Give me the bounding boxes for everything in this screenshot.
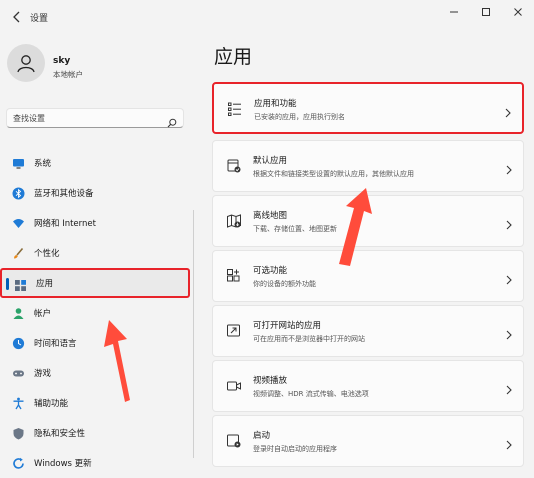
chevron-right-icon <box>505 271 513 285</box>
user-name: sky <box>53 56 71 66</box>
brush-icon <box>12 247 25 260</box>
monitor-icon <box>12 157 25 170</box>
card-apps-for-websites[interactable]: 可打开网站的应用 可在应用而不是浏览器中打开的网站 <box>212 305 524 357</box>
card-offline-maps[interactable]: 离线地图 下载、存储位置、地图更新 <box>212 195 524 247</box>
sidebar-item-label: 网络和 Internet <box>34 219 96 229</box>
card-desc: 视频调整、HDR 流式传输、电池选项 <box>253 390 369 398</box>
page-title: 应用 <box>214 46 253 68</box>
card-desc: 你的设备的额外功能 <box>253 280 316 288</box>
sidebar-item-label: 蓝牙和其他设备 <box>34 189 94 199</box>
sidebar-item-personalization[interactable]: 个性化 <box>0 238 190 268</box>
sidebar-item-label: 系统 <box>34 159 52 169</box>
sidebar-nav: 系统 蓝牙和其他设备 网络和 Internet 个性化 应用 帐户 时间和语言 <box>0 148 190 478</box>
globe-clock-icon <box>12 337 25 350</box>
close-button[interactable] <box>502 0 534 24</box>
shield-icon <box>12 427 25 440</box>
startup-icon <box>226 433 242 449</box>
sidebar-item-windows-update[interactable]: Windows 更新 <box>0 448 190 478</box>
card-apps-features[interactable]: 应用和功能 已安装的应用，应用执行别名 <box>212 82 524 134</box>
apps-list-icon <box>227 101 243 117</box>
card-optional-features[interactable]: 可选功能 你的设备的额外功能 <box>212 250 524 302</box>
minimize-button[interactable] <box>438 0 470 24</box>
card-default-apps[interactable]: 默认应用 根据文件和链接类型设置的默认应用，其他默认应用 <box>212 140 524 192</box>
chevron-right-icon <box>504 104 512 118</box>
maximize-button[interactable] <box>470 0 502 24</box>
sidebar-item-apps[interactable]: 应用 <box>0 268 190 298</box>
sidebar-item-time-language[interactable]: 时间和语言 <box>0 328 190 358</box>
default-apps-icon <box>226 158 242 174</box>
maximize-icon <box>482 8 490 16</box>
card-title: 离线地图 <box>253 211 288 221</box>
app-title: 设置 <box>30 14 49 24</box>
back-arrow-icon[interactable] <box>10 9 24 23</box>
sidebar-item-gaming[interactable]: 游戏 <box>0 358 190 388</box>
chevron-right-icon <box>505 436 513 450</box>
chevron-right-icon <box>505 161 513 175</box>
chevron-right-icon <box>505 216 513 230</box>
card-title: 可选功能 <box>253 266 288 276</box>
sidebar-item-bluetooth[interactable]: 蓝牙和其他设备 <box>0 178 190 208</box>
card-title: 应用和功能 <box>254 99 297 109</box>
card-startup[interactable]: 启动 登录时自动启动的应用程序 <box>212 415 524 467</box>
sidebar-item-network[interactable]: 网络和 Internet <box>0 208 190 238</box>
account-type: 本地帐户 <box>53 70 83 79</box>
close-icon <box>514 8 522 16</box>
sidebar-item-label: 时间和语言 <box>34 339 77 349</box>
card-title: 视频播放 <box>253 376 288 386</box>
sidebar-item-accessibility[interactable]: 辅助功能 <box>0 388 190 418</box>
map-icon <box>226 213 242 229</box>
person-avatar-icon <box>17 55 35 73</box>
search-icon[interactable] <box>167 113 177 128</box>
chevron-right-icon <box>505 326 513 340</box>
bluetooth-icon <box>12 187 25 200</box>
window-controls <box>438 0 534 24</box>
minimize-icon <box>450 11 458 13</box>
chevron-right-icon <box>505 381 513 395</box>
card-desc: 可在应用而不是浏览器中打开的网站 <box>253 335 365 343</box>
wifi-icon <box>12 217 25 230</box>
sidebar-item-label: 个性化 <box>34 249 60 259</box>
sidebar-item-privacy[interactable]: 隐私和安全性 <box>0 418 190 448</box>
gamepad-icon <box>12 367 25 380</box>
main-content: 应用 应用和功能 已安装的应用，应用执行别名 默认应用 根据文件和链接类型设置的… <box>206 32 526 467</box>
user-profile[interactable]: sky 本地帐户 <box>7 44 187 88</box>
card-video-playback[interactable]: 视频播放 视频调整、HDR 流式传输、电池选项 <box>212 360 524 412</box>
video-icon <box>226 378 242 394</box>
optional-features-icon <box>226 268 242 284</box>
sidebar-item-label: 游戏 <box>34 369 52 379</box>
card-desc: 登录时自动启动的应用程序 <box>253 445 337 453</box>
sidebar: sky 本地帐户 系统 蓝牙和其他设备 网络和 Internet 个性化 应用 <box>0 32 197 469</box>
accessibility-icon <box>12 397 25 410</box>
avatar <box>7 44 45 82</box>
card-title: 可打开网站的应用 <box>253 321 322 331</box>
sidebar-item-label: 辅助功能 <box>34 399 69 409</box>
sidebar-item-label: Windows 更新 <box>34 459 92 469</box>
update-icon <box>12 457 25 470</box>
search-box[interactable] <box>6 108 184 128</box>
sidebar-scrollbar[interactable] <box>193 210 194 458</box>
active-indicator <box>6 278 9 290</box>
search-input[interactable] <box>7 109 163 127</box>
open-web-icon <box>226 323 242 339</box>
sidebar-item-label: 应用 <box>36 279 54 289</box>
title-bar: 设置 <box>0 0 534 32</box>
sidebar-item-label: 帐户 <box>34 309 52 319</box>
person-icon <box>12 307 25 320</box>
card-title: 默认应用 <box>253 156 288 166</box>
sidebar-item-label: 隐私和安全性 <box>34 429 86 439</box>
card-desc: 已安装的应用，应用执行别名 <box>254 113 345 121</box>
card-desc: 根据文件和链接类型设置的默认应用，其他默认应用 <box>253 170 414 178</box>
card-desc: 下载、存储位置、地图更新 <box>253 225 337 233</box>
apps-icon <box>14 279 27 292</box>
sidebar-item-system[interactable]: 系统 <box>0 148 190 178</box>
sidebar-item-accounts[interactable]: 帐户 <box>0 298 190 328</box>
card-title: 启动 <box>253 431 271 441</box>
